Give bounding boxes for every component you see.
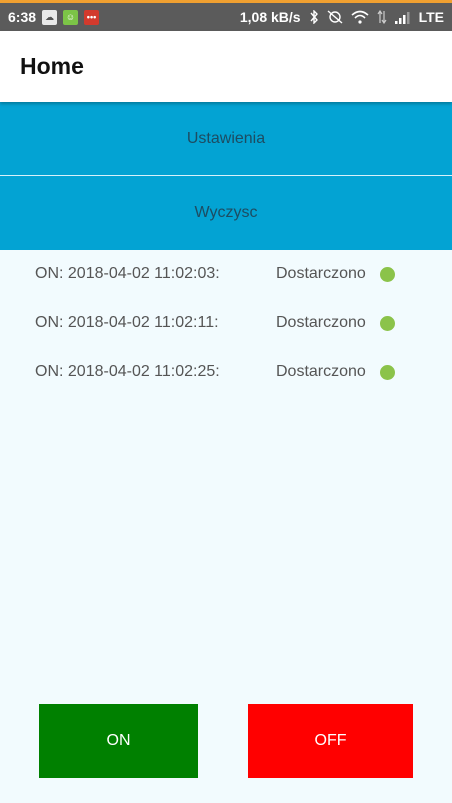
log-status: Dostarczono xyxy=(276,265,366,282)
status-dot-icon xyxy=(380,267,395,282)
log-timestamp: ON: 2018-04-02 11:02:11: xyxy=(35,314,219,331)
log-timestamp: ON: 2018-04-02 11:02:03: xyxy=(35,265,220,282)
signal-icon xyxy=(394,11,411,24)
list-item: ON: 2018-04-02 11:02:03: Dostarczono xyxy=(0,250,452,299)
settings-button[interactable]: Ustawienia xyxy=(0,102,452,175)
on-button[interactable]: ON xyxy=(39,704,198,778)
wifi-icon xyxy=(351,10,369,24)
status-dot-icon xyxy=(380,365,395,380)
clear-button-label: Wyczysc xyxy=(194,204,258,221)
app-bar: Home xyxy=(0,31,452,102)
status-bar: 6:38 ☁ ☺ ••• 1,08 kB/s LTE xyxy=(0,0,452,31)
clear-button[interactable]: Wyczysc xyxy=(0,176,452,250)
status-time: 6:38 xyxy=(8,9,37,25)
message-notification-icon: ••• xyxy=(84,9,100,25)
delivery-log: ON: 2018-04-02 11:02:03: Dostarczono ON:… xyxy=(0,250,452,397)
list-item: ON: 2018-04-02 11:02:25: Dostarczono xyxy=(0,348,452,397)
cloud-notification-icon: ☁ xyxy=(42,9,58,25)
data-transfer-icon xyxy=(377,10,387,24)
off-button[interactable]: OFF xyxy=(248,704,413,778)
settings-button-label: Ustawienia xyxy=(186,129,266,147)
page-title: Home xyxy=(20,53,84,79)
network-speed: 1,08 kB/s xyxy=(239,9,301,25)
list-item: ON: 2018-04-02 11:02:11: Dostarczono xyxy=(0,299,452,348)
network-type: LTE xyxy=(418,9,444,25)
on-button-label: ON xyxy=(106,732,131,749)
log-timestamp: ON: 2018-04-02 11:02:25: xyxy=(35,363,220,380)
status-dot-icon xyxy=(380,316,395,331)
alarm-off-icon xyxy=(327,10,343,24)
android-notification-icon: ☺ xyxy=(63,9,79,25)
log-status: Dostarczono xyxy=(276,363,366,380)
off-button-label: OFF xyxy=(314,732,347,749)
log-status: Dostarczono xyxy=(276,314,366,331)
bluetooth-icon xyxy=(309,10,319,24)
